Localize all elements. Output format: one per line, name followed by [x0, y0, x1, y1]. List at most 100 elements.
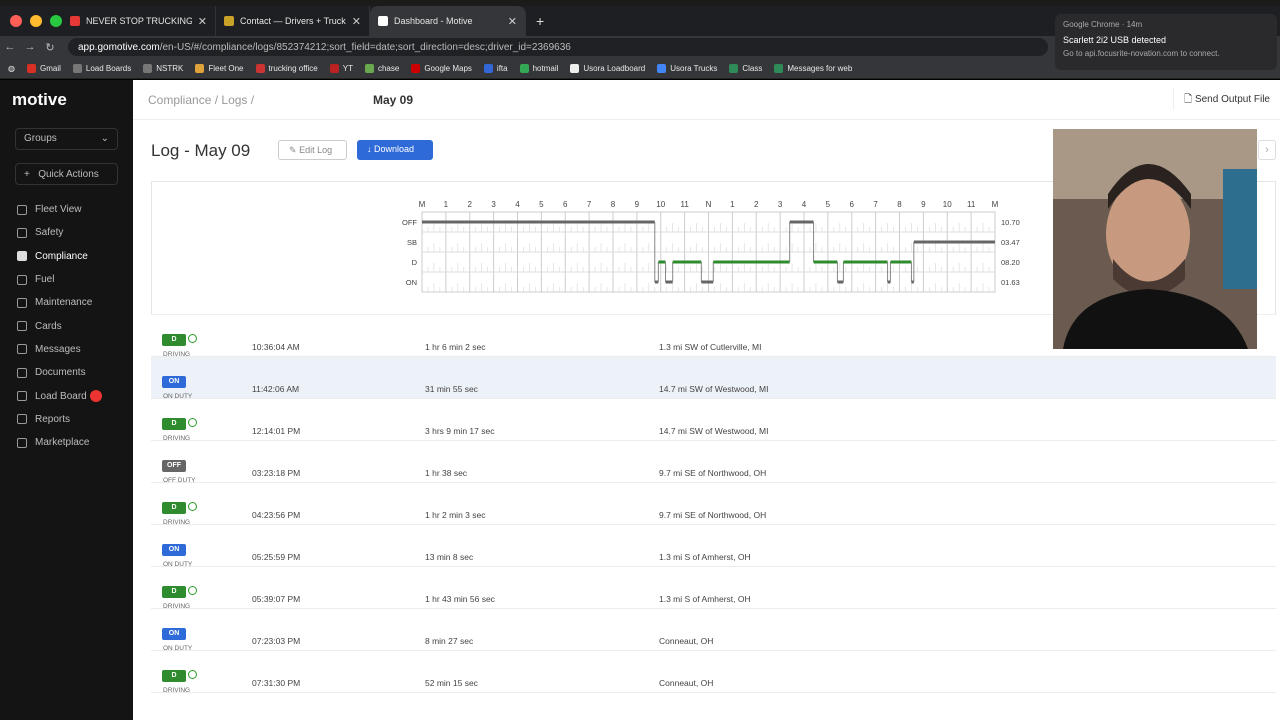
download-button[interactable]: ↓ Download — [357, 140, 433, 160]
sidebar-item-label: Compliance — [35, 250, 88, 262]
bookmark-item[interactable]: Usora Loadboard — [570, 63, 645, 73]
sidebar-item-cards[interactable]: Cards — [0, 314, 133, 337]
maximize-window-icon[interactable] — [50, 15, 62, 27]
hour-label: M — [992, 200, 999, 209]
status-total: 08.20 — [1001, 258, 1020, 267]
bookmark-icon — [195, 63, 205, 73]
event-location: Conneaut, OH — [659, 678, 714, 688]
event-location: 1.3 mi S of Amherst, OH — [659, 552, 751, 562]
bookmark-label: YT — [342, 63, 353, 73]
notification-app: Google Chrome · 14m — [1063, 20, 1143, 29]
sidebar-item-load-board[interactable]: Load Board — [0, 384, 133, 407]
hour-label: 5 — [539, 200, 544, 209]
sidebar-item-label: Reports — [35, 413, 71, 425]
tab-title: Contact — Drivers + Trucking — [240, 16, 346, 26]
edit-log-button[interactable]: ✎ Edit Log — [278, 140, 347, 160]
bookmark-label: NSTRK — [156, 63, 184, 73]
new-tab-icon[interactable]: + — [536, 13, 544, 29]
event-time: 10:36:04 AM — [252, 342, 300, 352]
close-tab-icon[interactable]: ✕ — [352, 15, 361, 28]
next-day-button[interactable]: › — [1258, 140, 1276, 160]
table-row[interactable]: OFF OFF DUTY 03:23:18 PM 1 hr 38 sec 9.7 mi … — [151, 441, 1276, 484]
bookmark-item[interactable]: Messages for web — [774, 63, 852, 73]
tab-title: Dashboard - Motive — [394, 16, 473, 26]
groups-dropdown[interactable]: Groups ⌄ — [15, 128, 118, 150]
sidebar-item-maintenance[interactable]: Maintenance — [0, 291, 133, 314]
event-location: 1.3 mi S of Amherst, OH — [659, 594, 751, 604]
url-field[interactable]: app.gomotive.com/en-US/#/compliance/logs… — [68, 38, 1048, 56]
bookmark-item[interactable]: Class — [729, 63, 762, 73]
table-row[interactable]: ON ON DUTY 05:25:59 PM 13 min 8 sec 1.3 mi S… — [151, 525, 1276, 568]
browser-tab[interactable]: Contact — Drivers + Trucking ✕ — [216, 6, 370, 36]
sidebar-item-fuel[interactable]: Fuel — [0, 268, 133, 291]
file-icon: 🗋 — [1184, 94, 1193, 105]
sidebar-item-reports[interactable]: Reports — [0, 408, 133, 431]
bookmark-item[interactable]: trucking office — [255, 63, 318, 73]
sidebar-item-safety[interactable]: Safety — [0, 221, 133, 244]
bookmark-label: chase — [377, 63, 400, 73]
sidebar-item-marketplace[interactable]: Marketplace — [0, 431, 133, 454]
bookmark-item[interactable]: ifta — [483, 63, 508, 73]
bookmark-item[interactable]: Usora Trucks — [657, 63, 717, 73]
event-duration: 52 min 15 sec — [425, 678, 478, 688]
table-row[interactable]: ON ON DUTY 11:42:06 AM 31 min 55 sec 14.7 mi… — [151, 357, 1276, 400]
back-icon[interactable]: ← — [0, 41, 20, 53]
minimize-window-icon[interactable] — [30, 15, 42, 27]
alert-dot — [90, 390, 102, 403]
forward-icon[interactable]: → — [20, 41, 40, 53]
table-row[interactable]: D DRIVING 07:31:30 PM 52 min 15 sec Conneaut… — [151, 651, 1276, 694]
groups-label: Groups — [24, 133, 57, 144]
bookmark-icon — [411, 63, 421, 73]
event-location: 1.3 mi SW of Cutlerville, MI — [659, 342, 762, 352]
url-path: /en-US/#/compliance/logs/852374212;sort_… — [159, 41, 571, 53]
status-badge: D — [162, 418, 186, 430]
status-badge: D — [162, 586, 186, 598]
nav-icon — [17, 227, 27, 238]
bookmark-label: hotmail — [532, 63, 559, 73]
bookmark-item[interactable]: NSTRK — [143, 63, 184, 73]
sidebar-item-fleet-view[interactable]: Fleet View — [0, 198, 133, 221]
bookmark-item[interactable]: Load Boards — [72, 63, 131, 73]
close-window-icon[interactable] — [10, 15, 22, 27]
quick-actions-button[interactable]: + Quick Actions — [15, 163, 118, 185]
send-output-file-button[interactable]: 🗋 Send Output File — [1173, 88, 1280, 110]
breadcrumb-logs[interactable]: Logs — [221, 93, 247, 107]
table-row[interactable]: D DRIVING 04:23:56 PM 1 hr 2 min 3 sec 9.7 m… — [151, 483, 1276, 526]
hour-label: 1 — [730, 200, 735, 209]
table-row[interactable]: D DRIVING 12:14:01 PM 3 hrs 9 min 17 sec 14.… — [151, 399, 1276, 442]
reload-icon[interactable]: ↻ — [40, 41, 60, 54]
hour-label: 2 — [754, 200, 759, 209]
motive-logo[interactable]: motive — [12, 90, 67, 110]
sidebar-item-documents[interactable]: Documents — [0, 361, 133, 384]
chrome-notification[interactable]: Google Chrome · 14m Scarlett 2i2 USB det… — [1055, 14, 1277, 70]
browser-tab-active[interactable]: Dashboard - Motive ✕ — [370, 6, 526, 36]
bookmark-item[interactable]: Google Maps — [411, 63, 472, 73]
sidebar-item-compliance[interactable]: Compliance — [0, 245, 133, 268]
status-row-label: OFF — [402, 218, 417, 227]
globe-icon[interactable]: ◍ — [8, 64, 15, 73]
sidebar-item-messages[interactable]: Messages — [0, 338, 133, 361]
close-tab-icon[interactable]: ✕ — [198, 15, 207, 28]
bookmark-item[interactable]: Fleet One — [195, 63, 244, 73]
event-duration: 1 hr 38 sec — [425, 468, 468, 478]
table-row[interactable]: ON ON DUTY 07:23:03 PM 8 min 27 sec Conneaut… — [151, 609, 1276, 652]
bookmark-item[interactable]: Gmail — [26, 63, 61, 73]
bookmark-item[interactable]: chase — [364, 63, 400, 73]
status-badge: ON — [162, 376, 186, 388]
driver-icon — [188, 670, 197, 679]
duty-status-graph: M 1 2 3 4 5 6 7 8 9 10 11 N 1 2 3 4 5 6 7 8 9 10 11 MOFFSBDON10.… — [402, 200, 1020, 293]
bookmark-icon — [255, 63, 265, 73]
close-tab-icon[interactable]: ✕ — [508, 15, 517, 28]
bookmark-item[interactable]: YT — [329, 63, 353, 73]
browser-tab[interactable]: NEVER STOP TRUCKING ✕ — [62, 6, 216, 36]
status-badge: OFF — [162, 460, 186, 472]
bookmark-item[interactable]: hotmail — [519, 63, 559, 73]
status-badge: D — [162, 670, 186, 682]
status-badge: D — [162, 334, 186, 346]
breadcrumb-compliance[interactable]: Compliance — [148, 93, 211, 107]
hour-label: 9 — [921, 200, 926, 209]
sidebar-item-label: Fleet View — [35, 204, 82, 216]
hour-label: 1 — [444, 200, 449, 209]
table-row[interactable]: D DRIVING 05:39:07 PM 1 hr 43 min 56 sec 1.3… — [151, 567, 1276, 610]
hour-label: 4 — [802, 200, 807, 209]
